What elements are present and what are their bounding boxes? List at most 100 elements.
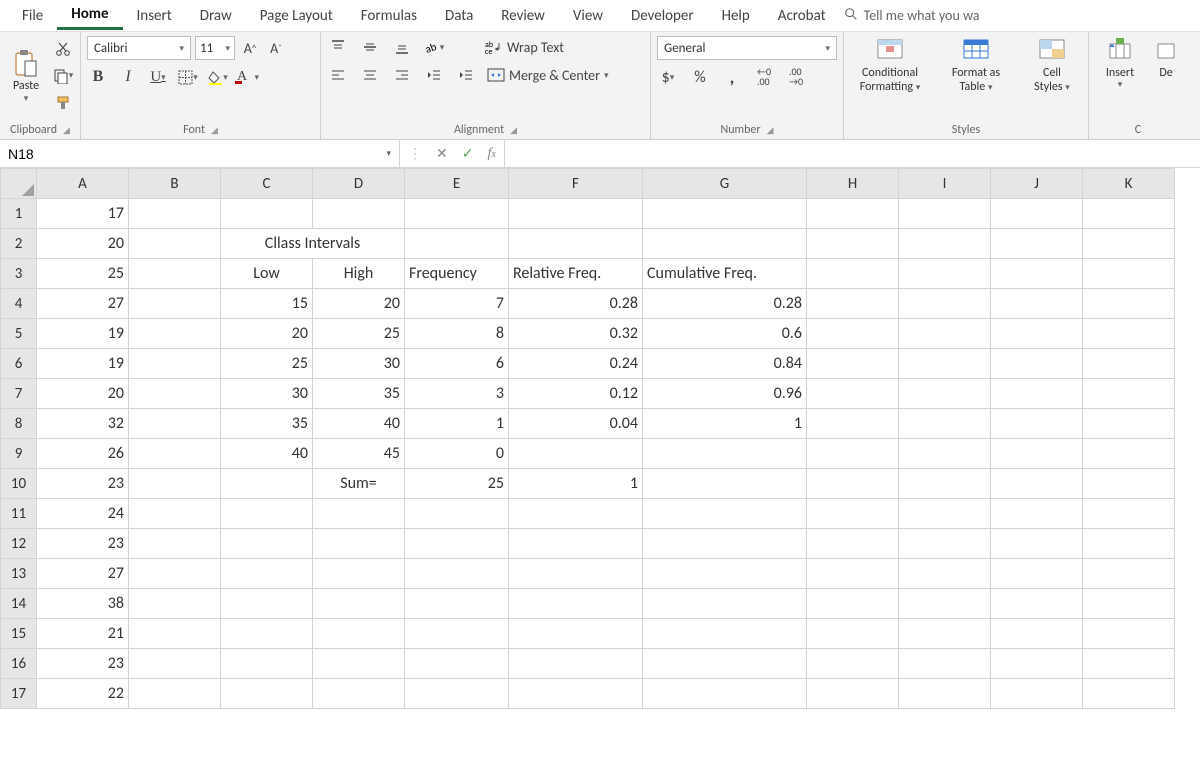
cell-F1[interactable] (509, 199, 643, 229)
cell-K11[interactable] (1083, 499, 1175, 529)
cell-A6[interactable]: 19 (37, 349, 129, 379)
increase-font-button[interactable]: A^ (239, 37, 261, 59)
cell-B5[interactable] (129, 319, 221, 349)
cell-A11[interactable]: 24 (37, 499, 129, 529)
cell-G4[interactable]: 0.28 (643, 289, 807, 319)
cell-B3[interactable] (129, 259, 221, 289)
row-header-12[interactable]: 12 (1, 529, 37, 559)
cell-E1[interactable] (405, 199, 509, 229)
cell-F13[interactable] (509, 559, 643, 589)
cell-C8[interactable]: 35 (221, 409, 313, 439)
cell-G7[interactable]: 0.96 (643, 379, 807, 409)
cell-B15[interactable] (129, 619, 221, 649)
cell-B6[interactable] (129, 349, 221, 379)
cell-G16[interactable] (643, 649, 807, 679)
cell-J14[interactable] (991, 589, 1083, 619)
cell-G6[interactable]: 0.84 (643, 349, 807, 379)
cell-D7[interactable]: 35 (313, 379, 405, 409)
cell-K12[interactable] (1083, 529, 1175, 559)
cell-A14[interactable]: 38 (37, 589, 129, 619)
tab-help[interactable]: Help (708, 3, 764, 29)
cell-G15[interactable] (643, 619, 807, 649)
format-as-table-button[interactable]: Format as Table ▾ (936, 36, 1016, 95)
cell-E11[interactable] (405, 499, 509, 529)
cell-C1[interactable] (221, 199, 313, 229)
decrease-decimal-button[interactable]: .00→0 (785, 66, 807, 88)
cell-G8[interactable]: 1 (643, 409, 807, 439)
cell-H7[interactable] (807, 379, 899, 409)
cell-I17[interactable] (899, 679, 991, 709)
tab-draw[interactable]: Draw (186, 3, 246, 29)
cell-K1[interactable] (1083, 199, 1175, 229)
font-color-button[interactable]: A ▾ (237, 66, 259, 88)
column-header-I[interactable]: I (899, 169, 991, 199)
cell-E14[interactable] (405, 589, 509, 619)
cell-J2[interactable] (991, 229, 1083, 259)
name-box-input[interactable] (8, 146, 68, 162)
alignment-launcher[interactable]: ◢ (510, 125, 517, 136)
cell-K14[interactable] (1083, 589, 1175, 619)
tab-review[interactable]: Review (487, 3, 559, 29)
cell-I11[interactable] (899, 499, 991, 529)
cell-B8[interactable] (129, 409, 221, 439)
cell-E7[interactable]: 3 (405, 379, 509, 409)
row-header-13[interactable]: 13 (1, 559, 37, 589)
cell-C3[interactable]: Low (221, 259, 313, 289)
cell-H2[interactable] (807, 229, 899, 259)
borders-button[interactable]: ▾ (177, 66, 199, 88)
row-header-2[interactable]: 2 (1, 229, 37, 259)
row-header-14[interactable]: 14 (1, 589, 37, 619)
cell-H3[interactable] (807, 259, 899, 289)
tab-developer[interactable]: Developer (617, 3, 708, 29)
cell-D6[interactable]: 30 (313, 349, 405, 379)
cell-E5[interactable]: 8 (405, 319, 509, 349)
cell-C9[interactable]: 40 (221, 439, 313, 469)
cell-G14[interactable] (643, 589, 807, 619)
cell-E10[interactable]: 25 (405, 469, 509, 499)
cell-J16[interactable] (991, 649, 1083, 679)
cell-E15[interactable] (405, 619, 509, 649)
align-right-button[interactable] (391, 64, 413, 86)
cell-I16[interactable] (899, 649, 991, 679)
cell-H10[interactable] (807, 469, 899, 499)
name-box[interactable]: ▾ (0, 140, 400, 167)
wrap-text-button[interactable]: abce Wrap Text (485, 36, 564, 58)
cell-H11[interactable] (807, 499, 899, 529)
cell-J8[interactable] (991, 409, 1083, 439)
cell-J12[interactable] (991, 529, 1083, 559)
cell-A2[interactable]: 20 (37, 229, 129, 259)
column-header-A[interactable]: A (37, 169, 129, 199)
cell-A9[interactable]: 26 (37, 439, 129, 469)
cell-B1[interactable] (129, 199, 221, 229)
cell-J17[interactable] (991, 679, 1083, 709)
cell-D4[interactable]: 20 (313, 289, 405, 319)
cell-A12[interactable]: 23 (37, 529, 129, 559)
cell-K10[interactable] (1083, 469, 1175, 499)
cell-B10[interactable] (129, 469, 221, 499)
cell-C10[interactable] (221, 469, 313, 499)
cell-E8[interactable]: 1 (405, 409, 509, 439)
percent-format-button[interactable]: % (689, 66, 711, 88)
cell-H13[interactable] (807, 559, 899, 589)
cell-H12[interactable] (807, 529, 899, 559)
cell-D15[interactable] (313, 619, 405, 649)
cell-C7[interactable]: 30 (221, 379, 313, 409)
cell-D11[interactable] (313, 499, 405, 529)
cell-B7[interactable] (129, 379, 221, 409)
cell-G12[interactable] (643, 529, 807, 559)
cell-E4[interactable]: 7 (405, 289, 509, 319)
cell-H9[interactable] (807, 439, 899, 469)
cell-F7[interactable]: 0.12 (509, 379, 643, 409)
cell-H5[interactable] (807, 319, 899, 349)
ellipsis-icon[interactable]: ⋮ (408, 145, 422, 162)
cell-J4[interactable] (991, 289, 1083, 319)
cell-B4[interactable] (129, 289, 221, 319)
row-header-8[interactable]: 8 (1, 409, 37, 439)
cell-H15[interactable] (807, 619, 899, 649)
merge-center-button[interactable]: Merge & Center▾ (487, 64, 609, 86)
cell-I14[interactable] (899, 589, 991, 619)
cell-B11[interactable] (129, 499, 221, 529)
cell-K5[interactable] (1083, 319, 1175, 349)
cell-E2[interactable] (405, 229, 509, 259)
cell-G17[interactable] (643, 679, 807, 709)
